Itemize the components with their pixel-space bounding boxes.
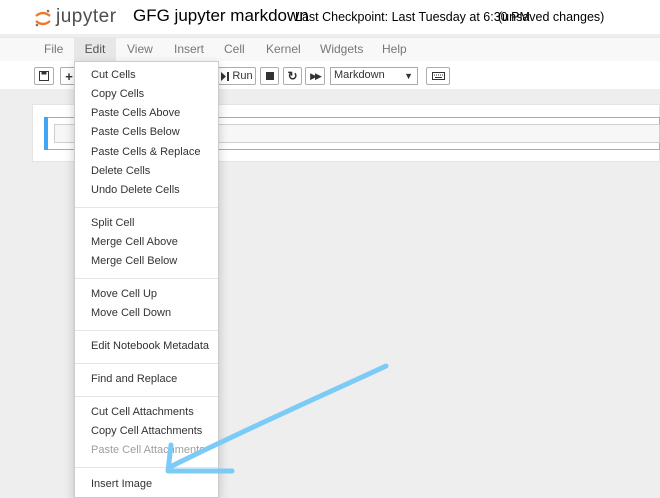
run-button[interactable]: Run	[218, 67, 256, 85]
menu-item-cut-cells[interactable]: Cut Cells	[91, 69, 136, 81]
autosave-status: (unsaved changes)	[498, 10, 605, 24]
menu-item-paste-cell-attachments[interactable]: Paste Cell Attachments	[91, 444, 205, 456]
interrupt-kernel-button[interactable]	[260, 67, 279, 85]
menu-item-move-cell-up[interactable]: Move Cell Up	[91, 288, 157, 300]
menu-item-cut-cell-attachments[interactable]: Cut Cell Attachments	[91, 406, 194, 418]
menu-item-insert-image[interactable]: Insert Image	[91, 478, 152, 490]
menu-divider	[75, 207, 218, 208]
menu-item-paste-cells-below[interactable]: Paste Cells Below	[91, 126, 180, 138]
command-palette-button[interactable]	[426, 67, 450, 85]
plus-icon: +	[65, 68, 73, 84]
menu-divider	[75, 467, 218, 468]
menu-divider	[75, 278, 218, 279]
menu-item-merge-cell-below[interactable]: Merge Cell Below	[91, 255, 177, 267]
menu-item-undo-delete-cells[interactable]: Undo Delete Cells	[91, 184, 180, 196]
menu-widgets[interactable]: Widgets	[320, 42, 363, 56]
cell-type-value: Markdown	[334, 69, 385, 81]
menu-item-delete-cells[interactable]: Delete Cells	[91, 165, 150, 177]
save-button[interactable]	[34, 67, 54, 85]
menu-view[interactable]: View	[127, 42, 153, 56]
restart-kernel-button[interactable]: ↻	[283, 67, 302, 85]
menu-insert[interactable]: Insert	[174, 42, 204, 56]
menu-item-copy-cells[interactable]: Copy Cells	[91, 88, 144, 100]
menu-divider	[75, 363, 218, 364]
chevron-down-icon: ▼	[404, 71, 413, 81]
keyboard-icon	[431, 72, 445, 80]
edit-dropdown-menu: Cut Cells Copy Cells Paste Cells Above P…	[74, 61, 219, 498]
menu-item-paste-cells-above[interactable]: Paste Cells Above	[91, 107, 180, 119]
header: jupyter GFG jupyter markdown Last Checkp…	[0, 0, 660, 34]
menu-item-edit-notebook-metadata[interactable]: Edit Notebook Metadata	[91, 340, 209, 352]
menu-divider	[75, 396, 218, 397]
cell-type-select[interactable]: Markdown ▼	[330, 67, 418, 85]
logo-text: jupyter	[56, 6, 117, 27]
fast-forward-icon: ▶▶	[310, 70, 322, 81]
restart-run-all-button[interactable]: ▶▶	[305, 67, 325, 85]
menu-item-split-cell[interactable]: Split Cell	[91, 217, 134, 229]
notebook-title[interactable]: GFG jupyter markdown	[133, 6, 309, 26]
menu-file[interactable]: File	[44, 42, 63, 56]
menu-cell[interactable]: Cell	[224, 42, 245, 56]
save-icon	[39, 71, 49, 81]
menu-item-merge-cell-above[interactable]: Merge Cell Above	[91, 236, 178, 248]
menu-divider	[75, 330, 218, 331]
menu-item-copy-cell-attachments[interactable]: Copy Cell Attachments	[91, 425, 202, 437]
menu-help[interactable]: Help	[382, 42, 407, 56]
menu-item-move-cell-down[interactable]: Move Cell Down	[91, 307, 171, 319]
menu-edit[interactable]: Edit	[74, 38, 116, 62]
step-forward-icon	[221, 71, 230, 81]
run-label: Run	[232, 70, 253, 82]
jupyter-logo[interactable]: jupyter	[34, 5, 124, 29]
menu-item-find-and-replace[interactable]: Find and Replace	[91, 373, 177, 385]
menubar: File Edit View Insert Cell Kernel Widget…	[0, 37, 660, 62]
menu-item-paste-cells-replace[interactable]: Paste Cells & Replace	[91, 146, 200, 158]
stop-icon	[265, 72, 274, 80]
checkpoint-status: Last Checkpoint: Last Tuesday at 6:30 PM	[295, 10, 530, 24]
menu-kernel[interactable]: Kernel	[266, 42, 301, 56]
redo-icon: ↻	[287, 69, 298, 83]
jupyter-logo-icon	[35, 9, 51, 27]
